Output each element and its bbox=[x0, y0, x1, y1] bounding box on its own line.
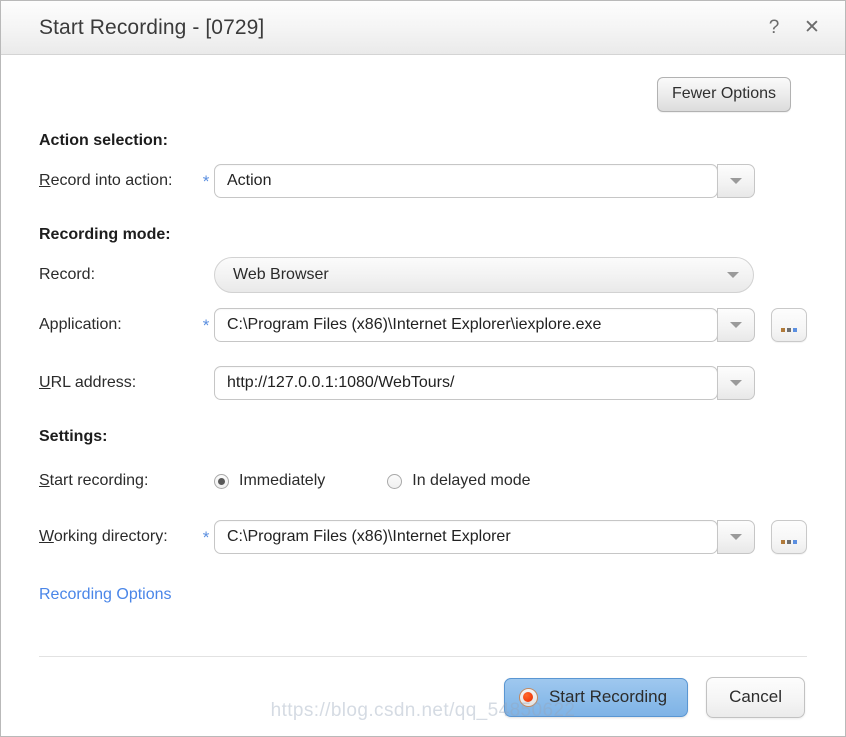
title-bar-actions: ? ✕ bbox=[763, 17, 829, 39]
window-title: Start Recording - [0729] bbox=[39, 15, 265, 39]
radio-unselected-icon bbox=[387, 473, 403, 489]
application-combo: C:\Program Files (x86)\Internet Explorer… bbox=[214, 308, 755, 342]
record-into-action-input[interactable]: Action bbox=[214, 164, 718, 198]
dialog-body: Fewer Options Action selection: Record i… bbox=[1, 55, 845, 604]
help-icon[interactable]: ? bbox=[763, 17, 785, 39]
working-directory-dropdown-button[interactable] bbox=[717, 520, 755, 554]
start-recording-button-label: Start Recording bbox=[548, 687, 668, 706]
accel-letter: R bbox=[39, 172, 51, 189]
record-into-action-dropdown-button[interactable] bbox=[717, 164, 755, 198]
working-directory-browse-button[interactable] bbox=[771, 520, 807, 554]
chevron-down-icon bbox=[730, 322, 742, 328]
radio-in-delayed-mode-label: In delayed mode bbox=[412, 472, 531, 489]
title-bar: Start Recording - [0729] ? ✕ bbox=[1, 1, 845, 55]
required-asterisk: * bbox=[202, 315, 210, 335]
section-heading-recording-mode: Recording mode: bbox=[39, 226, 171, 243]
record-dot-icon bbox=[518, 687, 538, 707]
footer-divider bbox=[39, 656, 807, 657]
record-label: Record: bbox=[39, 266, 96, 283]
required-asterisk: * bbox=[202, 171, 210, 191]
start-recording-label: Start recording: bbox=[39, 472, 199, 490]
field-row-working-directory: Working directory: * C:\Program Files (x… bbox=[39, 518, 807, 556]
label-rest: ecord into action: bbox=[50, 172, 173, 189]
field-row-start-recording-mode: Start recording: * Immediately In delaye… bbox=[39, 462, 807, 500]
chevron-down-icon bbox=[730, 380, 742, 386]
start-recording-required-spacer: * bbox=[199, 473, 213, 490]
section-heading-action-selection: Action selection: bbox=[39, 132, 168, 149]
start-recording-radio-group: Immediately In delayed mode bbox=[214, 472, 531, 490]
cancel-button[interactable]: Cancel bbox=[706, 677, 805, 718]
chevron-down-icon bbox=[730, 534, 742, 540]
accel-letter: W bbox=[39, 528, 54, 545]
application-dropdown-button[interactable] bbox=[717, 308, 755, 342]
ellipsis-icon bbox=[781, 328, 797, 332]
url-address-input[interactable]: http://127.0.0.1:1080/WebTours/ bbox=[214, 366, 718, 400]
radio-selected-icon bbox=[214, 473, 229, 489]
footer-button-group: Start Recording Cancel bbox=[39, 677, 807, 718]
label-rest: RL address: bbox=[50, 374, 137, 391]
label-rest: tart recording: bbox=[49, 472, 149, 489]
working-directory-label: Working directory: bbox=[39, 528, 199, 546]
close-icon[interactable]: ✕ bbox=[801, 17, 823, 39]
accel-letter: U bbox=[39, 374, 51, 391]
record-into-action-label: Record into action: bbox=[39, 172, 199, 190]
start-recording-button[interactable]: Start Recording bbox=[503, 678, 689, 717]
url-address-dropdown-button[interactable] bbox=[717, 366, 755, 400]
field-row-record: Record: * Web Browser bbox=[39, 256, 807, 294]
record-mode-value: Web Browser bbox=[233, 266, 329, 283]
field-row-url-address: URL address: * http://127.0.0.1:1080/Web… bbox=[39, 364, 807, 402]
required-asterisk: * bbox=[202, 527, 210, 547]
start-recording-dialog: Start Recording - [0729] ? ✕ Fewer Optio… bbox=[0, 0, 846, 737]
accel-letter: S bbox=[39, 472, 50, 489]
fewer-options-button[interactable]: Fewer Options bbox=[656, 77, 791, 112]
radio-immediately-label: Immediately bbox=[239, 472, 326, 489]
url-address-combo: http://127.0.0.1:1080/WebTours/ bbox=[214, 366, 755, 400]
application-label: Application: bbox=[39, 316, 122, 333]
field-row-application: Application: * C:\Program Files (x86)\In… bbox=[39, 306, 807, 344]
record-into-action-combo: Action bbox=[214, 164, 755, 198]
application-browse-button[interactable] bbox=[771, 308, 807, 342]
radio-immediately[interactable]: Immediately bbox=[214, 472, 325, 490]
working-directory-input[interactable]: C:\Program Files (x86)\Internet Explorer bbox=[214, 520, 718, 554]
field-row-record-into-action: Record into action: * Action bbox=[39, 162, 807, 200]
url-required-spacer: * bbox=[199, 375, 213, 392]
application-path-input[interactable]: C:\Program Files (x86)\Internet Explorer… bbox=[214, 308, 718, 342]
radio-in-delayed-mode[interactable]: In delayed mode bbox=[387, 472, 531, 490]
options-toggle-row: Fewer Options bbox=[39, 55, 807, 112]
record-mode-select[interactable]: Web Browser bbox=[214, 257, 754, 293]
label-rest: orking directory: bbox=[53, 528, 168, 545]
ellipsis-icon bbox=[781, 540, 797, 544]
section-heading-settings: Settings: bbox=[39, 428, 108, 445]
chevron-down-icon bbox=[727, 272, 739, 278]
chevron-down-icon bbox=[730, 178, 742, 184]
url-address-label: URL address: bbox=[39, 374, 199, 392]
working-directory-combo: C:\Program Files (x86)\Internet Explorer bbox=[214, 520, 755, 554]
recording-options-row: Recording Options bbox=[39, 586, 807, 604]
record-required-spacer: * bbox=[199, 267, 213, 284]
dialog-footer: Start Recording Cancel bbox=[1, 656, 845, 736]
recording-options-link[interactable]: Recording Options bbox=[39, 586, 172, 604]
